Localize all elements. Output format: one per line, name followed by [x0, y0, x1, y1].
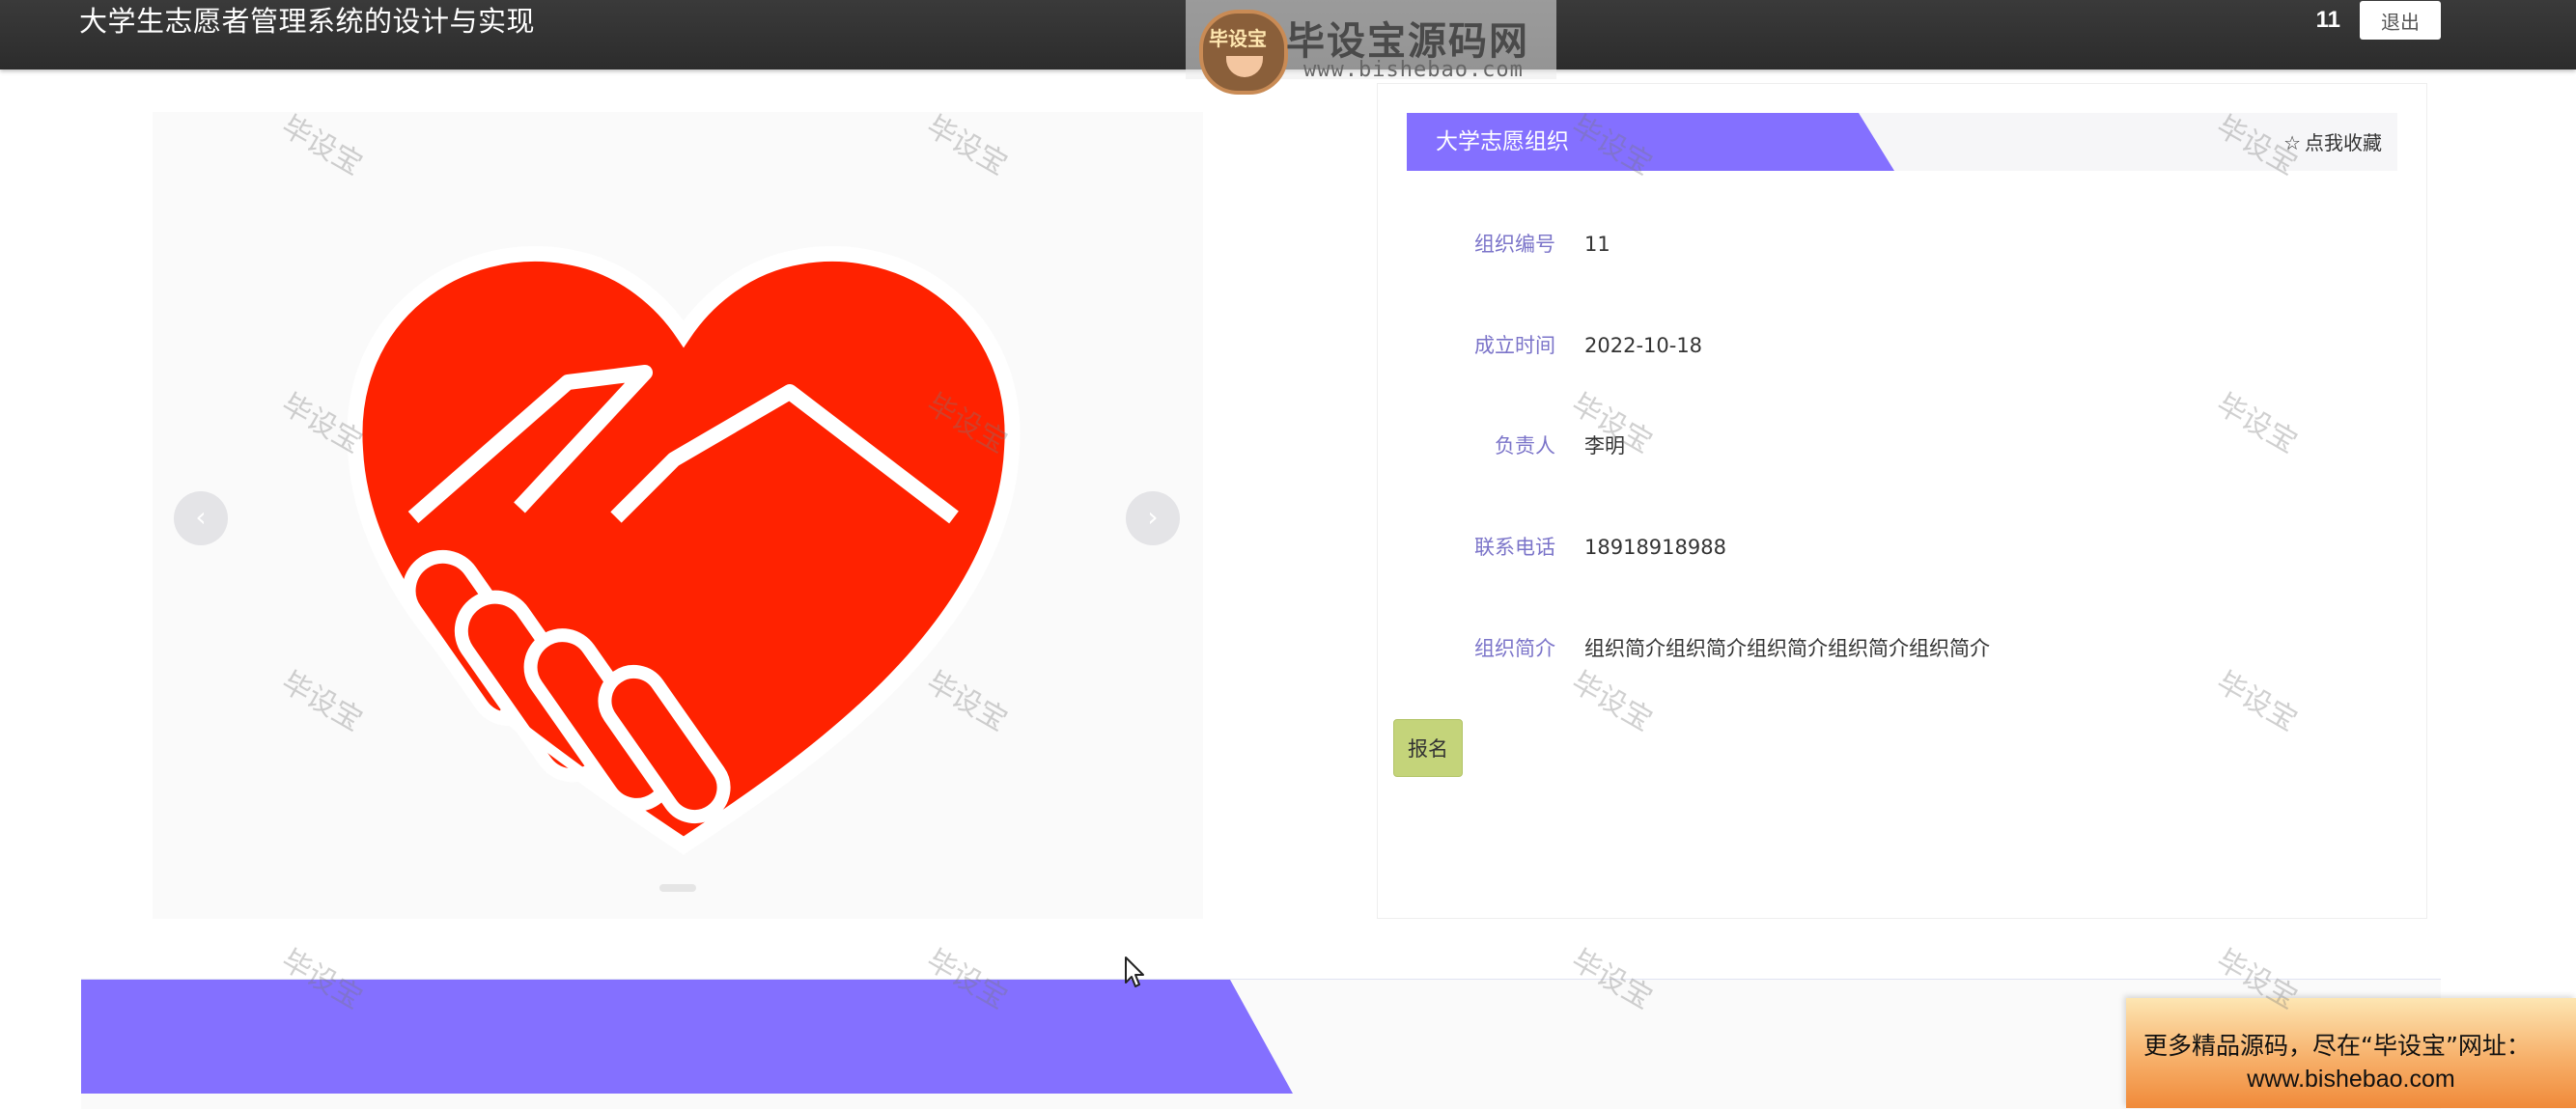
- brand-logo-icon: 毕设宝: [1199, 10, 1288, 95]
- favorite-button[interactable]: ☆ 点我收藏: [2283, 113, 2382, 173]
- user-name[interactable]: 11: [2316, 7, 2340, 34]
- field-label: 成立时间: [1474, 334, 1555, 357]
- carousel-indicator[interactable]: [659, 884, 696, 892]
- section-accent-shape: [81, 980, 1293, 1094]
- watermark-logo: 毕设宝 毕设宝源码网 www.bishebao.com: [1186, 0, 1556, 95]
- promo-line-1: 更多精品源码，尽在“毕设宝”网址：: [2143, 1032, 2531, 1060]
- promo-banner[interactable]: 更多精品源码，尽在“毕设宝”网址： www.bishebao.com: [2126, 998, 2576, 1108]
- field-value: 2022-10-18: [1584, 334, 1703, 357]
- field-label: 联系电话: [1474, 536, 1555, 559]
- logout-button[interactable]: 退出: [2360, 1, 2441, 40]
- app-title: 大学生志愿者管理系统的设计与实现: [79, 5, 536, 38]
- organization-title: 大学志愿组织: [1436, 129, 1569, 154]
- detail-header: 大学志愿组织 ☆ 点我收藏: [1407, 113, 2397, 171]
- user-area: 11 退出: [2316, 0, 2441, 41]
- mouse-cursor-icon: [1125, 957, 1144, 987]
- field-value: 李明: [1584, 434, 1625, 457]
- field-value: 18918918988: [1584, 536, 1726, 559]
- field-value: 组织简介组织简介组织简介组织简介组织简介: [1584, 637, 1990, 660]
- field-label: 组织简介: [1474, 637, 1555, 660]
- field-value: 11: [1584, 233, 1610, 256]
- logo-face: [1226, 56, 1263, 77]
- field-label: 负责人: [1495, 434, 1555, 457]
- detail-panel: 大学志愿组织 ☆ 点我收藏 组织编号 11 成立时间 2022-10-18 负责人…: [1377, 83, 2427, 919]
- carousel-next-button[interactable]: ›: [1126, 491, 1180, 545]
- promo-line-2: www.bishebao.com: [2247, 1066, 2455, 1093]
- signup-button[interactable]: 报名: [1393, 719, 1463, 777]
- favorite-label: 点我收藏: [2305, 131, 2382, 154]
- carousel-prev-button[interactable]: ‹: [174, 491, 228, 545]
- star-outline-icon: ☆: [2283, 131, 2301, 154]
- field-label: 组织编号: [1474, 233, 1555, 256]
- bottom-section-header: [81, 979, 2441, 1109]
- badge-text: 毕设宝: [1209, 27, 1267, 50]
- heart-handshake-icon: [347, 245, 1021, 855]
- image-carousel: ‹ ›: [153, 112, 1203, 919]
- watermark-url: www.bishebao.com: [1303, 58, 1524, 82]
